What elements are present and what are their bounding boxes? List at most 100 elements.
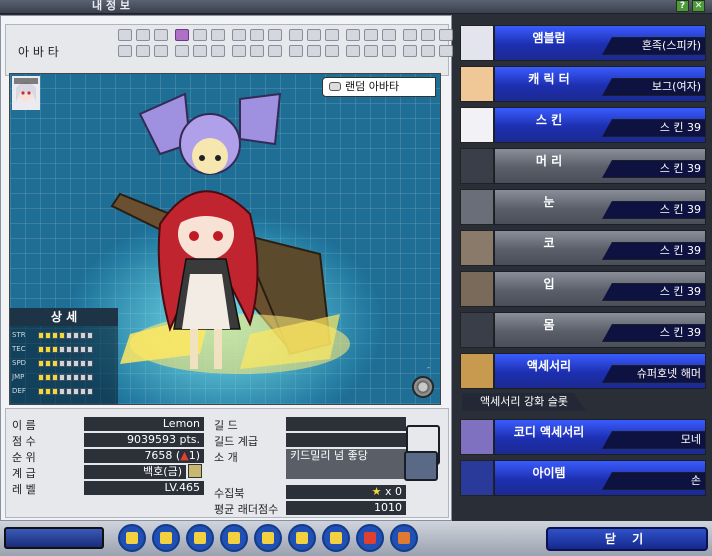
chat-icon[interactable] xyxy=(152,524,180,552)
equipment-value: 스 킨 39 xyxy=(602,324,706,342)
avatar-slot[interactable] xyxy=(307,29,321,41)
avatar-slot[interactable] xyxy=(382,29,396,41)
stat-bar-segment xyxy=(59,388,65,395)
card-icon[interactable] xyxy=(390,524,418,552)
stat-row: SPD xyxy=(12,358,118,369)
chat-input-bar[interactable] xyxy=(4,527,104,549)
avatar-slot[interactable] xyxy=(421,45,435,57)
avatar-slot[interactable] xyxy=(175,29,189,41)
accessory-enhance-slot-tab[interactable]: 액세서리 강화 슬롯 xyxy=(462,393,586,411)
equipment-thumb-icon xyxy=(460,460,494,496)
avatar-slot[interactable] xyxy=(364,45,378,57)
close-icon[interactable]: ✕ xyxy=(692,0,705,12)
close-button[interactable]: 닫 기 xyxy=(546,527,708,551)
avatar-slot[interactable] xyxy=(289,45,303,57)
equipment-row[interactable]: 코디 액세서리 모네 xyxy=(458,419,712,455)
stat-bar-segment xyxy=(45,374,51,381)
equipment-value: 슈퍼호넷 해머 xyxy=(602,365,706,383)
avatar-slot[interactable] xyxy=(136,45,150,57)
equipment-row[interactable]: 코 스 킨 39 xyxy=(458,230,712,266)
cube-icon[interactable] xyxy=(118,524,146,552)
bell-icon[interactable] xyxy=(322,524,350,552)
chat-icon-glyph xyxy=(160,532,172,544)
equipment-row[interactable]: 아이템 손 xyxy=(458,460,712,496)
equipment-value: 스 킨 39 xyxy=(602,201,706,219)
avatar-slot[interactable] xyxy=(136,29,150,41)
avatar-slot[interactable] xyxy=(403,45,417,57)
avatar-slot[interactable] xyxy=(175,45,189,57)
equipment-label: 앰블럼 xyxy=(532,31,566,45)
equipment-row[interactable]: 앰블럼 혼족(스피카) xyxy=(458,25,712,61)
stat-bar-segment xyxy=(66,332,72,339)
stat-bar-segment xyxy=(87,332,93,339)
equipment-row[interactable]: 캐 릭 터 보그(여자) xyxy=(458,66,712,102)
box-icon[interactable] xyxy=(186,524,214,552)
avatar-slot[interactable] xyxy=(421,29,435,41)
avatar-slot[interactable] xyxy=(154,45,168,57)
equipment-row[interactable]: 머 리 스 킨 39 xyxy=(458,148,712,184)
avatar-slot[interactable] xyxy=(250,29,264,41)
avatar-slot[interactable] xyxy=(439,29,453,41)
avatar-slot[interactable] xyxy=(250,45,264,57)
stat-bar-segment xyxy=(80,360,86,367)
box-icon-glyph xyxy=(194,532,206,544)
stat-bar-segment xyxy=(59,374,65,381)
avatar-slot[interactable] xyxy=(193,45,207,57)
zoom-dial-icon[interactable] xyxy=(412,376,434,398)
rank-up-icon: ▲ xyxy=(180,449,189,462)
bag-icon[interactable] xyxy=(288,524,316,552)
equipment-row[interactable]: 몸 스 킨 39 xyxy=(458,312,712,348)
equipment-label: 몸 xyxy=(543,318,555,332)
equipment-row[interactable]: 액세서리 슈퍼호넷 해머 xyxy=(458,353,712,389)
stat-bar-segment xyxy=(66,360,72,367)
ladder-label: 평균 래더점수 xyxy=(214,503,279,516)
avatar-slot[interactable] xyxy=(193,29,207,41)
avatar-slot[interactable] xyxy=(268,45,282,57)
score-label: 점 수 xyxy=(12,435,36,448)
stat-bar-segment xyxy=(38,346,44,353)
bell-icon-glyph xyxy=(330,532,342,544)
avatar-slot[interactable] xyxy=(268,29,282,41)
profile-panel: 아 바 타 랜덤 아바타 상 세 STR TEC SPD JMP DEF - 이… xyxy=(0,15,453,521)
shield-icon[interactable] xyxy=(220,524,248,552)
help-icon[interactable]: ? xyxy=(676,0,689,12)
equipment-label: 코 xyxy=(543,236,555,250)
avatar-slot[interactable] xyxy=(307,45,321,57)
intro-value: 키드밀리 넘 좋당 xyxy=(286,449,406,479)
avatar-slot[interactable] xyxy=(439,45,453,57)
avatar-slot[interactable] xyxy=(118,29,132,41)
chart-icon[interactable] xyxy=(356,524,384,552)
avatar-slot[interactable] xyxy=(289,29,303,41)
equipment-value: 스 킨 39 xyxy=(602,119,706,137)
avatar-slot[interactable] xyxy=(118,45,132,57)
avatar-slot[interactable] xyxy=(382,45,396,57)
stat-bar-segment xyxy=(87,360,93,367)
equipment-row[interactable]: 눈 스 킨 39 xyxy=(458,189,712,225)
equipment-row[interactable]: 입 스 킨 39 xyxy=(458,271,712,307)
equipment-label: 입 xyxy=(543,277,555,291)
equipment-thumb-icon xyxy=(460,353,494,389)
star-icon[interactable] xyxy=(254,524,282,552)
equipment-thumb-icon xyxy=(460,148,494,184)
avatar-label: 아 바 타 xyxy=(18,45,59,59)
avatar-slot[interactable] xyxy=(154,29,168,41)
rank-label: 순 위 xyxy=(12,451,36,464)
stat-name: DEF xyxy=(12,387,26,395)
stat-row: DEF xyxy=(12,386,118,397)
avatar-slot[interactable] xyxy=(232,29,246,41)
avatar-slot[interactable] xyxy=(325,45,339,57)
name-value: Lemon xyxy=(84,417,204,431)
stat-row: STR xyxy=(12,330,118,341)
avatar-slot[interactable] xyxy=(364,29,378,41)
avatar-slot[interactable] xyxy=(232,45,246,57)
stat-bar-segment xyxy=(38,360,44,367)
avatar-slot[interactable] xyxy=(211,45,225,57)
avatar-slot[interactable] xyxy=(325,29,339,41)
avatar-slot[interactable] xyxy=(403,29,417,41)
avatar-slot[interactable] xyxy=(346,45,360,57)
collection-count: x 0 xyxy=(384,485,402,498)
bag-icon-glyph xyxy=(296,532,308,544)
avatar-slot[interactable] xyxy=(211,29,225,41)
avatar-slot[interactable] xyxy=(346,29,360,41)
equipment-row[interactable]: 스 킨 스 킨 39 xyxy=(458,107,712,143)
